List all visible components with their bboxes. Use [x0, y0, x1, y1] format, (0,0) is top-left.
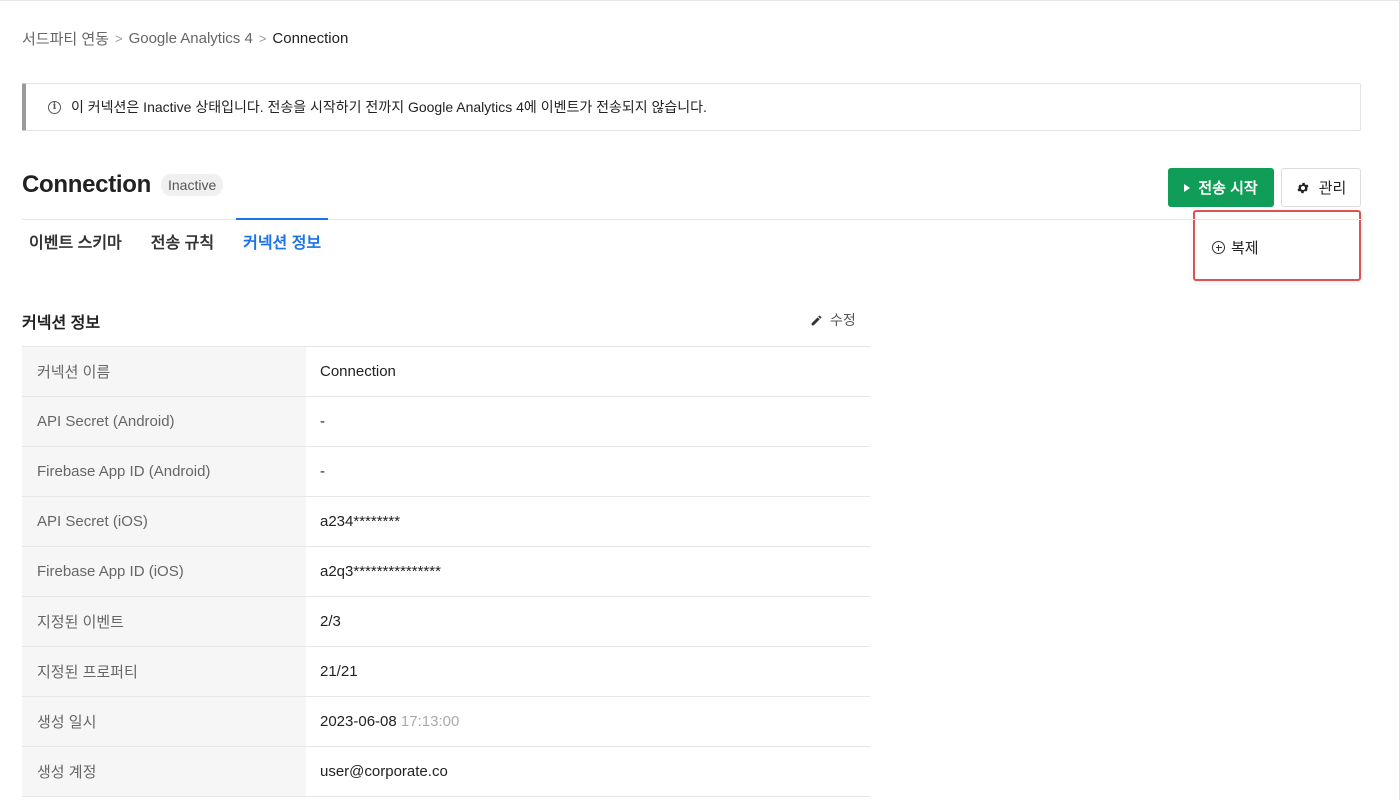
menu-item-duplicate-label: 복제 — [1231, 240, 1259, 257]
tab-event-schema[interactable]: 이벤트 스키마 — [22, 219, 129, 263]
breadcrumb-item-third-party[interactable]: 서드파티 연동 — [22, 28, 109, 49]
breadcrumb-item-current: Connection — [272, 30, 349, 47]
start-transfer-label: 전송 시작 — [1198, 180, 1258, 197]
row-label: 커넥션 이름 — [22, 346, 306, 397]
play-icon — [1184, 183, 1191, 192]
row-value: - — [320, 413, 325, 430]
tab-bar: 이벤트 스키마 전송 규칙 커넥션 정보 — [22, 218, 329, 263]
inactive-notice: i 이 커넥션은 Inactive 상태입니다. 전송을 시작하기 전까지 Go… — [22, 83, 1361, 131]
row-value: 21/21 — [320, 663, 358, 680]
notice-text: 이 커넥션은 Inactive 상태입니다. 전송을 시작하기 전까지 Goog… — [71, 99, 707, 115]
row-label: API Secret (Android) — [22, 396, 306, 447]
row-label: 지정된 이벤트 — [22, 596, 306, 647]
gear-icon — [1296, 181, 1310, 195]
row-value: a234******** — [320, 513, 401, 530]
row-value: - — [320, 463, 325, 480]
edit-button[interactable]: 수정 — [810, 310, 856, 330]
table-row: Firebase App ID (Android) - — [22, 446, 870, 497]
table-row: API Secret (iOS) a234******** — [22, 496, 870, 547]
manage-button[interactable]: 관리 — [1281, 168, 1361, 207]
page-frame: 서드파티 연동 > Google Analytics 4 > Connectio… — [0, 0, 1400, 800]
table-row: Firebase App ID (iOS) a2q3**************… — [22, 546, 870, 597]
info-icon: i — [48, 100, 61, 114]
title-row: Connection Inactive — [22, 171, 224, 199]
row-label: 생성 계정 — [22, 746, 306, 797]
row-label: Firebase App ID (Android) — [22, 446, 306, 497]
connection-info-table: 커넥션 이름 Connection API Secret (Android) -… — [22, 346, 870, 797]
page-title: Connection — [22, 171, 151, 198]
created-time: 17:13:00 — [400, 713, 460, 730]
status-badge: Inactive — [161, 174, 224, 196]
table-row: 커넥션 이름 Connection — [22, 346, 870, 397]
row-label: API Secret (iOS) — [22, 496, 306, 547]
table-row: 생성 일시 2023-06-08 17:13:00 — [22, 696, 870, 747]
row-label: 생성 일시 — [22, 696, 306, 747]
tab-connection-info[interactable]: 커넥션 정보 — [236, 218, 329, 262]
row-value: 2023-06-08 17:13:00 — [306, 697, 870, 747]
breadcrumb: 서드파티 연동 > Google Analytics 4 > Connectio… — [22, 28, 348, 49]
row-value: 2/3 — [320, 613, 341, 630]
plus-circle-icon — [1212, 241, 1225, 254]
row-label: Firebase App ID (iOS) — [22, 546, 306, 597]
row-value: user@corporate.co — [320, 763, 448, 780]
section-title: 커넥션 정보 — [22, 315, 101, 332]
manage-label: 관리 — [1318, 180, 1347, 197]
manage-dropdown-menu: 복제 — [1193, 210, 1361, 281]
breadcrumb-separator: > — [258, 31, 267, 46]
breadcrumb-item-ga4[interactable]: Google Analytics 4 — [129, 30, 253, 47]
breadcrumb-separator: > — [114, 31, 123, 46]
created-date: 2023-06-08 — [320, 713, 397, 730]
start-transfer-button[interactable]: 전송 시작 — [1168, 168, 1274, 207]
menu-item-duplicate[interactable]: 복제 — [1212, 237, 1259, 258]
table-row: 생성 계정 user@corporate.co — [22, 746, 870, 797]
table-row: 지정된 프로퍼티 21/21 — [22, 646, 870, 697]
row-value: Connection — [320, 363, 396, 380]
table-row: API Secret (Android) - — [22, 396, 870, 447]
table-row: 지정된 이벤트 2/3 — [22, 596, 870, 647]
pencil-icon — [810, 314, 823, 327]
tab-transfer-rules[interactable]: 전송 규칙 — [144, 219, 221, 263]
row-value: a2q3*************** — [320, 563, 441, 580]
row-label: 지정된 프로퍼티 — [22, 646, 306, 697]
edit-label: 수정 — [830, 312, 856, 328]
